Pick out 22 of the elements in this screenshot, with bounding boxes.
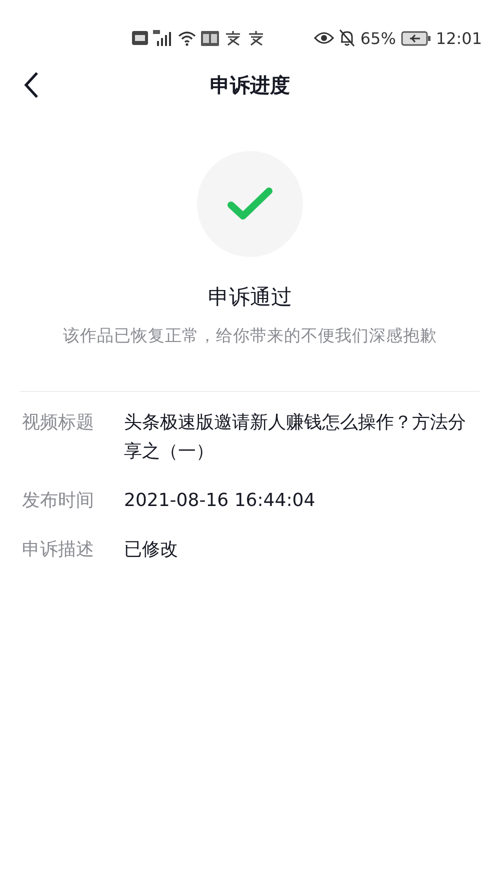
- checkmark-icon: [227, 187, 273, 221]
- bell-off-icon: [339, 29, 356, 47]
- result-message: 该作品已恢复正常，给你带来的不便我们深感抱歉: [63, 325, 437, 347]
- news-app-icon: [201, 30, 219, 46]
- page-title: 申诉进度: [210, 72, 290, 98]
- detail-value: 2021-08-16 16:44:04: [124, 489, 316, 513]
- clock: 12:01: [436, 28, 482, 48]
- detail-label: 视频标题: [22, 411, 95, 435]
- wifi-icon: [178, 30, 196, 46]
- app-notification-icon: [224, 30, 242, 46]
- detail-label: 发布时间: [22, 489, 95, 513]
- detail-value: 头条极速版邀请新人赚钱怎么操作？方法分享之（一）: [124, 411, 467, 464]
- signal-icon: [153, 30, 173, 46]
- eye-icon: [314, 31, 334, 45]
- result-title: 申诉通过: [208, 284, 292, 311]
- battery-icon: [400, 30, 431, 46]
- hd-icon: [132, 31, 148, 45]
- battery-percent: 65%: [360, 28, 396, 48]
- detail-label: 申诉描述: [22, 538, 95, 562]
- detail-value: 已修改: [124, 538, 179, 562]
- back-icon: [23, 71, 39, 99]
- app-notification-icon: [247, 30, 265, 46]
